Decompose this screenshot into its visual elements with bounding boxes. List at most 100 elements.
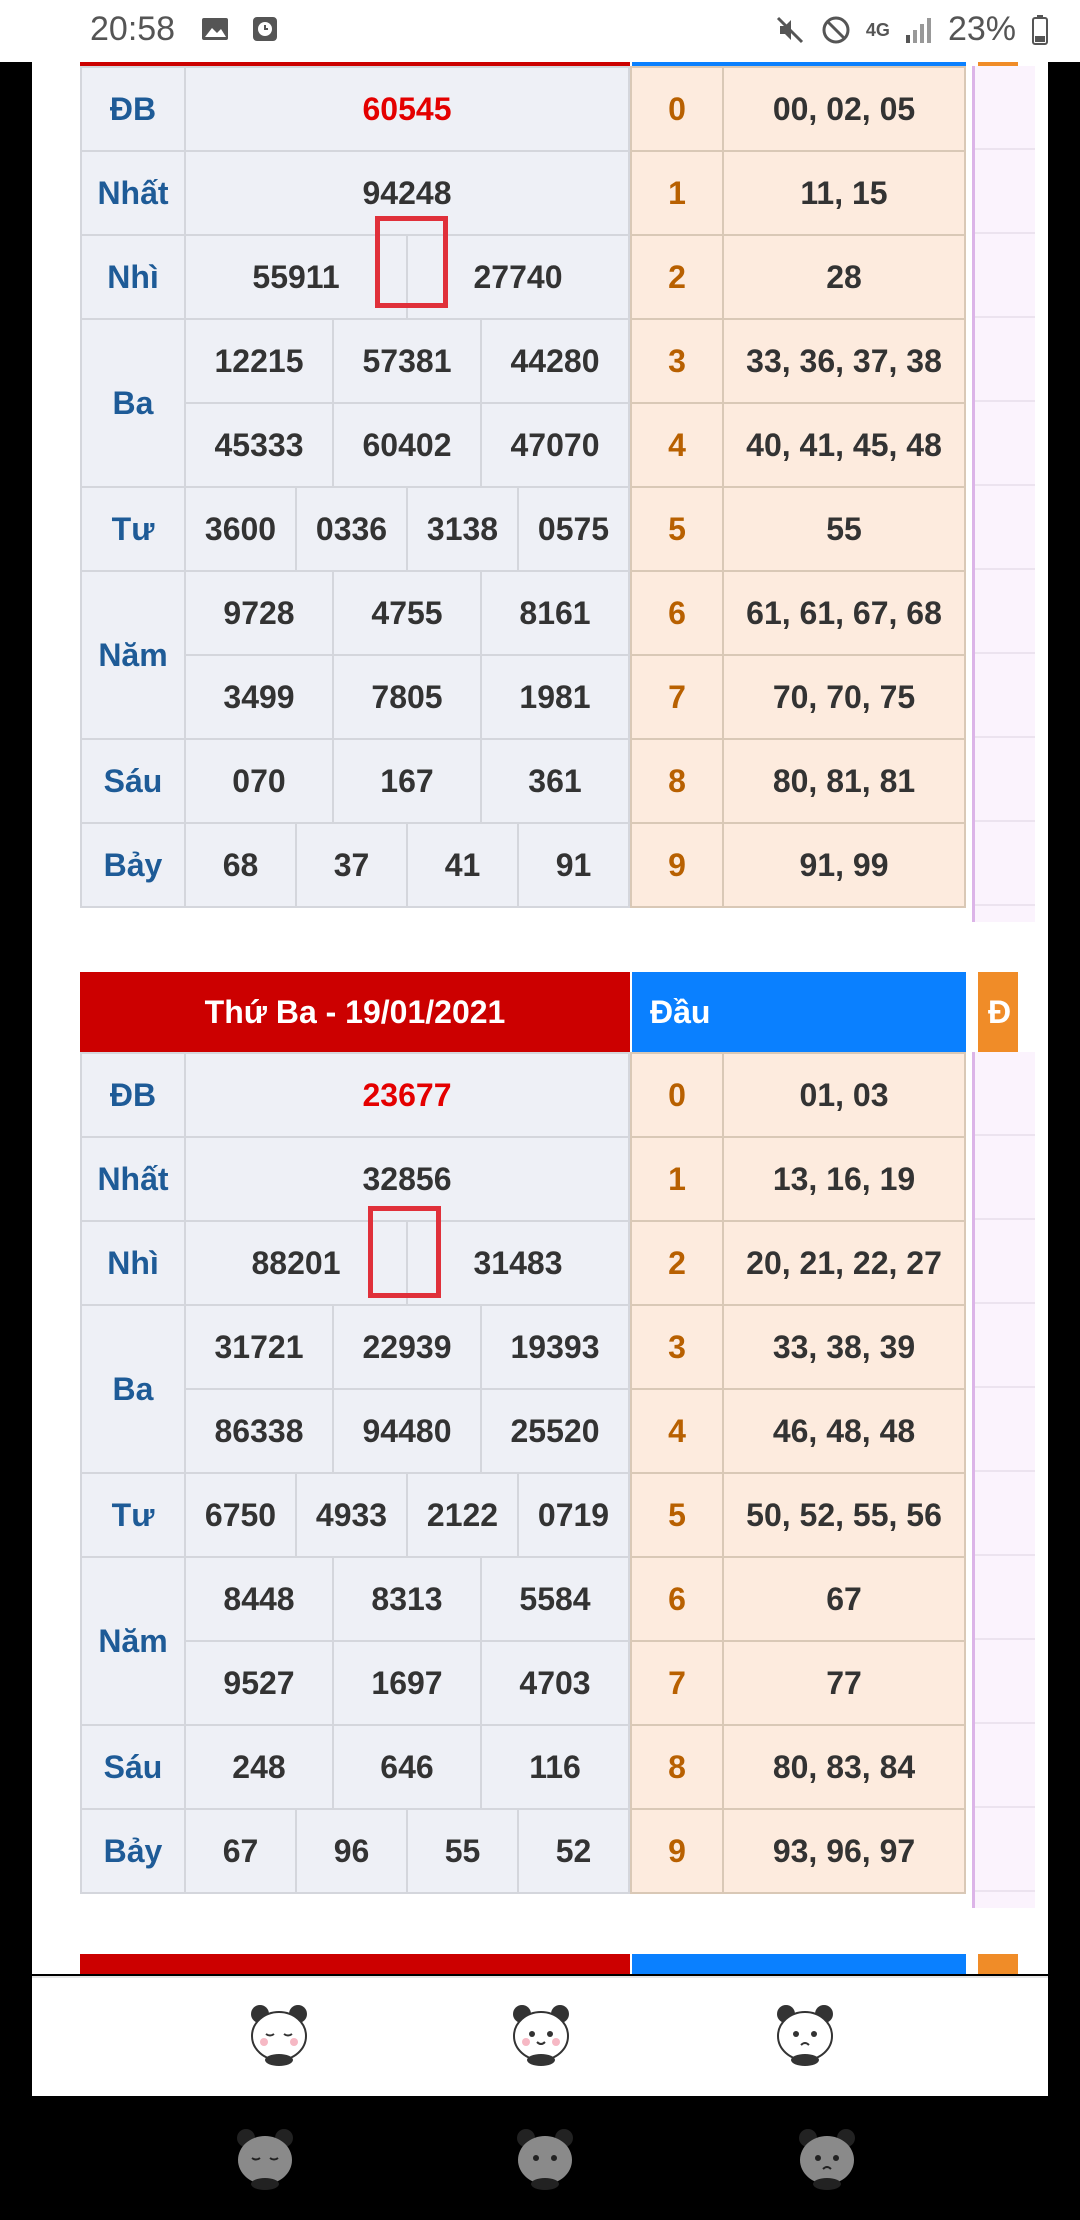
status-right: 4G 23% xyxy=(774,10,1050,49)
label-tu: Tư xyxy=(80,486,186,572)
nav-home-button[interactable] xyxy=(510,2122,580,2192)
prize-ba-cell: 57381 xyxy=(332,318,482,404)
prize-tu-cell: 0719 xyxy=(517,1472,630,1558)
battery-percent: 23% xyxy=(947,10,1016,48)
prize-sau-cell: 248 xyxy=(184,1724,334,1810)
nav-panda-sad-icon xyxy=(799,2129,855,2190)
dau-digit: 7 xyxy=(630,654,724,740)
clock-notification-icon xyxy=(253,17,277,41)
dau-digit: 0 xyxy=(630,66,724,152)
block3-red-header xyxy=(80,1954,630,1974)
gallery-icon xyxy=(202,18,228,40)
prize-sau-cell: 116 xyxy=(480,1724,630,1810)
prize-ba-cell: 12215 xyxy=(184,318,334,404)
dau-values: 91, 99 xyxy=(722,822,966,908)
dau-table-1: 0 00, 02, 05 1 11, 15 2 28 3 33, 36, 37, 38 … xyxy=(630,66,966,908)
signal-icon xyxy=(905,17,931,43)
prize-ba-cell: 60402 xyxy=(332,402,482,488)
panda-sad-icon xyxy=(777,2005,833,2066)
label-ba: Ba xyxy=(80,318,186,488)
prize-ba-cell: 25520 xyxy=(480,1388,630,1474)
prize-bay-cell: 41 xyxy=(406,822,519,908)
panda-happy-icon xyxy=(513,2005,569,2066)
dau-digit: 0 xyxy=(630,1052,724,1138)
third-column-panel-2 xyxy=(972,1052,1035,1908)
prize-nam-cell: 7805 xyxy=(332,654,482,740)
dau-values: 50, 52, 55, 56 xyxy=(722,1472,966,1558)
dau-values: 67 xyxy=(722,1556,966,1642)
nav-recents-button[interactable] xyxy=(230,2122,300,2192)
prize-nam-cell: 9728 xyxy=(184,570,334,656)
system-navigation-bar xyxy=(0,2096,1080,2220)
prize-ba-cell: 19393 xyxy=(480,1304,630,1390)
label-nhi: Nhì xyxy=(80,1220,186,1306)
dau-values: 00, 02, 05 xyxy=(722,66,966,152)
prize-bay-cell: 52 xyxy=(517,1808,630,1894)
dau-digit: 1 xyxy=(630,150,724,236)
label-db: ĐB xyxy=(80,1052,186,1138)
prize-nam-cell: 8313 xyxy=(332,1556,482,1642)
label-nam: Năm xyxy=(80,1556,186,1726)
prize-nam-cell: 3499 xyxy=(184,654,334,740)
dau-digit: 1 xyxy=(630,1136,724,1222)
prize-ba-cell: 47070 xyxy=(480,402,630,488)
prize-ba-cell: 31721 xyxy=(184,1304,334,1390)
dau-values: 93, 96, 97 xyxy=(722,1808,966,1894)
prize-ba-cell: 86338 xyxy=(184,1388,334,1474)
status-bar: 20:58 4G 23% xyxy=(0,0,1080,62)
do-not-disturb-icon xyxy=(822,16,850,43)
prize-bay-cell: 67 xyxy=(184,1808,297,1894)
dau-values: 61, 61, 67, 68 xyxy=(722,570,966,656)
dau-digit: 8 xyxy=(630,1724,724,1810)
battery-icon xyxy=(1032,14,1048,45)
tab-2[interactable] xyxy=(506,1998,576,2068)
label-sau: Sáu xyxy=(80,738,186,824)
label-db: ĐB xyxy=(80,66,186,152)
dau-values: 33, 38, 39 xyxy=(722,1304,966,1390)
nav-panda-sleepy-icon xyxy=(237,2129,293,2190)
label-nhi: Nhì xyxy=(80,234,186,320)
prize-sau-cell: 070 xyxy=(184,738,334,824)
prize-bay-cell: 91 xyxy=(517,822,630,908)
prize-bay-cell: 68 xyxy=(184,822,297,908)
dau-digit: 5 xyxy=(630,486,724,572)
prize-ba-cell: 22939 xyxy=(332,1304,482,1390)
dau-digit: 7 xyxy=(630,1640,724,1726)
tab-3[interactable] xyxy=(770,1998,840,2068)
dau-digit: 2 xyxy=(630,234,724,320)
highlight-box-1 xyxy=(375,216,448,308)
dau-values: 01, 03 xyxy=(722,1052,966,1138)
dau-values: 77 xyxy=(722,1640,966,1726)
dau-digit: 3 xyxy=(630,318,724,404)
prize-tu-cell: 0575 xyxy=(517,486,630,572)
third-column-panel-1 xyxy=(972,66,1035,922)
phone-screen: 20:58 4G 23% ĐB 60545 Nhất 94248 Nhì 559… xyxy=(0,0,1080,2220)
nav-back-button[interactable] xyxy=(792,2122,862,2192)
dau-digit: 6 xyxy=(630,1556,724,1642)
prize-sau-cell: 361 xyxy=(480,738,630,824)
prize-tu-cell: 4933 xyxy=(295,1472,408,1558)
dau-values: 80, 83, 84 xyxy=(722,1724,966,1810)
label-nhat: Nhất xyxy=(80,150,186,236)
block3-orange-header xyxy=(978,1954,1018,1974)
prize-tu-cell: 3600 xyxy=(184,486,297,572)
network-type-label: 4G xyxy=(865,19,890,40)
web-content[interactable]: ĐB 60545 Nhất 94248 Nhì 55911 27740 Ba 1… xyxy=(32,62,1048,1974)
third-column-header: Đ xyxy=(978,972,1018,1052)
prize-ba-cell: 44280 xyxy=(480,318,630,404)
mute-icon xyxy=(776,16,803,43)
prize-sau-cell: 167 xyxy=(332,738,482,824)
prize-ba-cell: 94480 xyxy=(332,1388,482,1474)
prize-sau-cell: 646 xyxy=(332,1724,482,1810)
dau-values: 28 xyxy=(722,234,966,320)
dau-values: 80, 81, 81 xyxy=(722,738,966,824)
label-nam: Năm xyxy=(80,570,186,740)
dau-values: 11, 15 xyxy=(722,150,966,236)
prize-bay-cell: 55 xyxy=(406,1808,519,1894)
prize-nam-cell: 5584 xyxy=(480,1556,630,1642)
dau-digit: 6 xyxy=(630,570,724,656)
label-sau: Sáu xyxy=(80,1724,186,1810)
tab-1[interactable] xyxy=(244,1998,314,2068)
highlight-box-2 xyxy=(368,1206,441,1298)
prize-db: 23677 xyxy=(184,1052,630,1138)
